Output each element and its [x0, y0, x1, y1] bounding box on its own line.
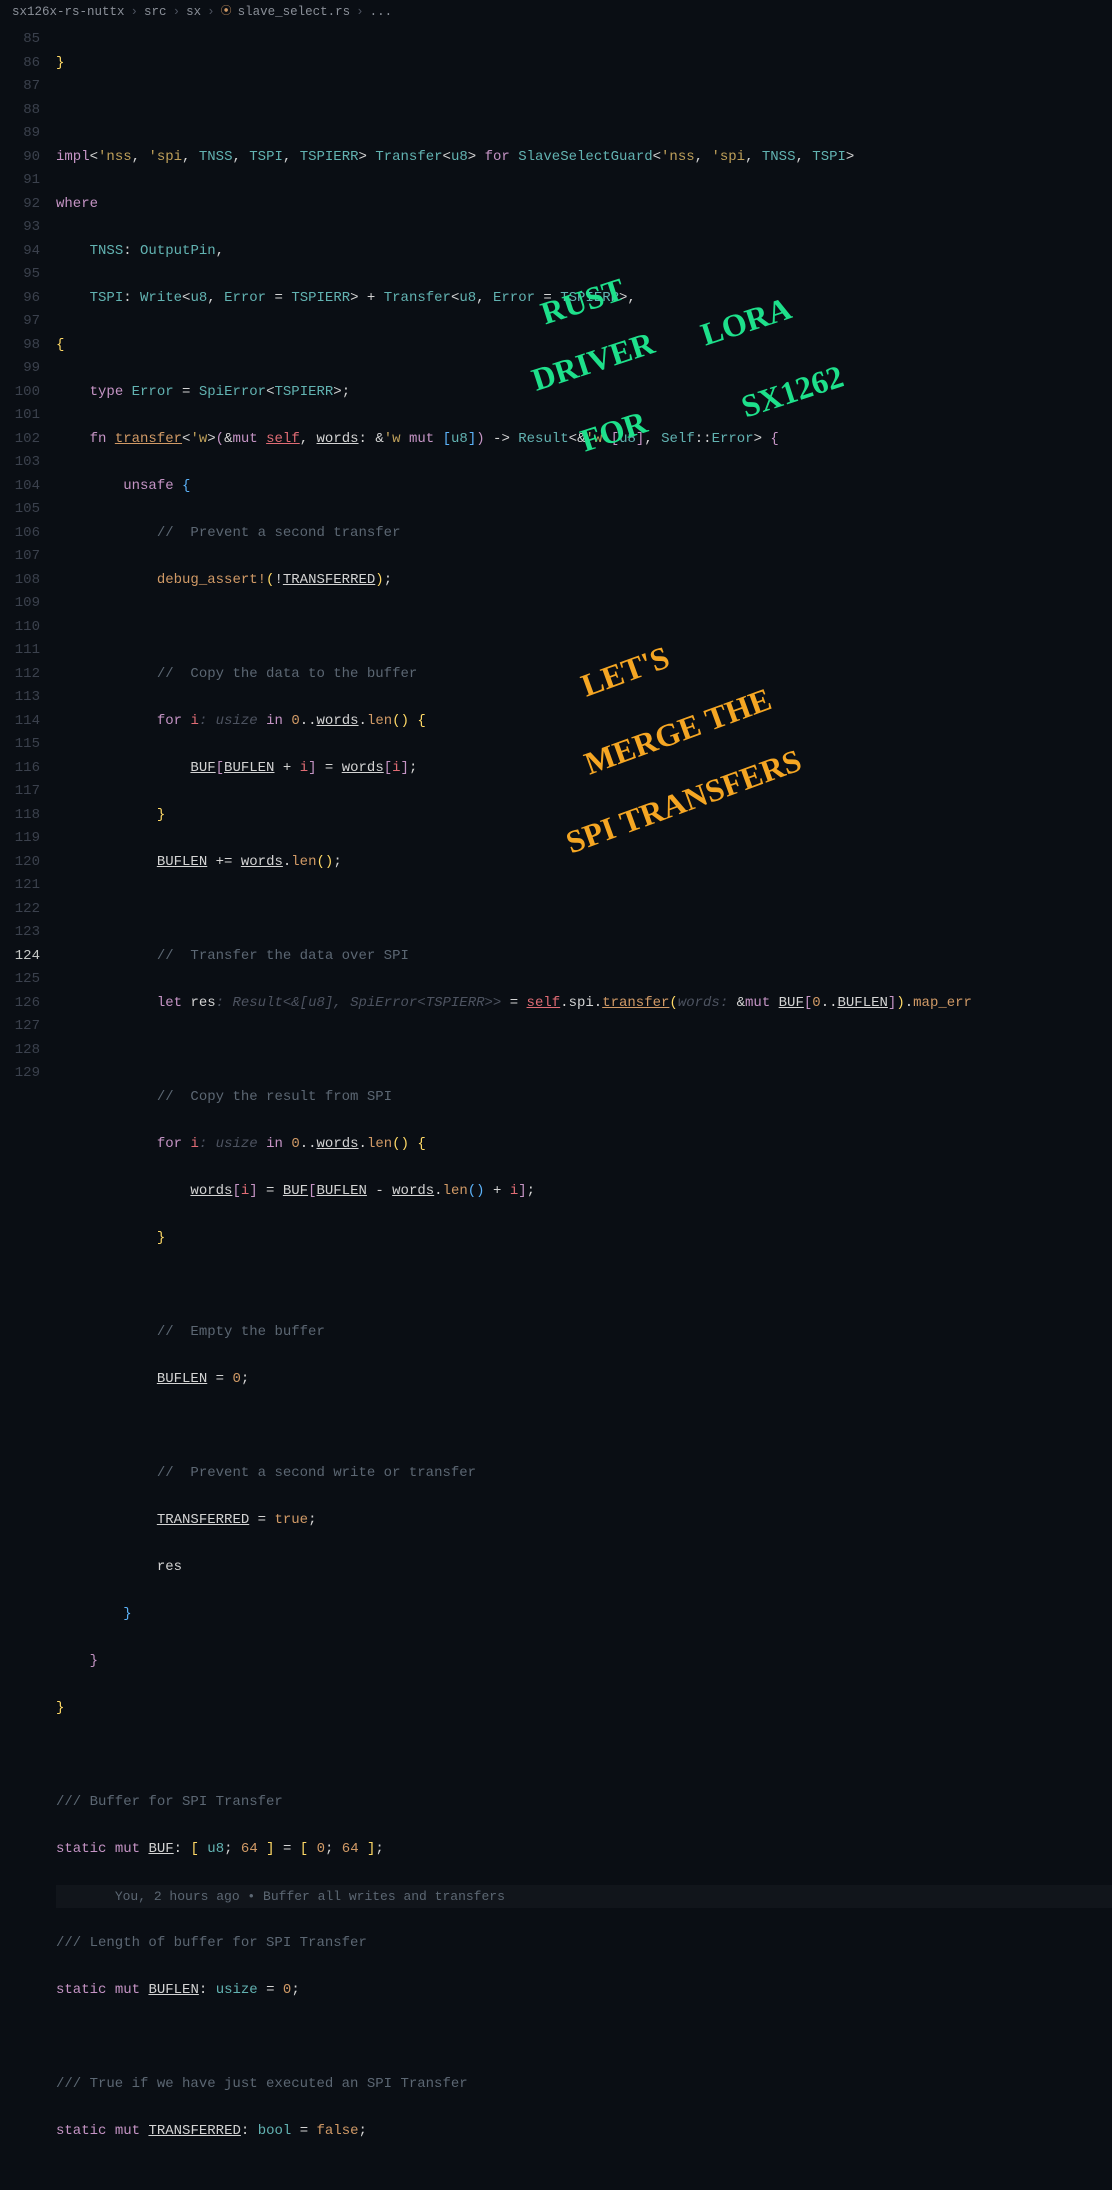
- chevron-right-icon: ›: [173, 1, 181, 25]
- breadcrumb-part[interactable]: sx126x-rs-nuttx: [12, 1, 125, 25]
- breadcrumb-part[interactable]: sx: [186, 1, 201, 25]
- comment: // Empty the buffer: [157, 1324, 325, 1340]
- breadcrumb-symbol[interactable]: ...: [370, 1, 393, 25]
- code-area[interactable]: } impl<'nss, 'spi, TNSS, TSPI, TSPIERR> …: [56, 28, 1112, 2190]
- comment: // Prevent a second transfer: [157, 525, 401, 541]
- chevron-right-icon: ›: [131, 1, 139, 25]
- code-text: }: [56, 55, 64, 71]
- line-number-gutter: 8586878889909192939495969798991001011021…: [0, 28, 56, 2190]
- keyword: impl: [56, 149, 90, 165]
- doc-comment: /// True if we have just executed an SPI…: [56, 2076, 468, 2092]
- comment: // Transfer the data over SPI: [157, 948, 409, 964]
- breadcrumb[interactable]: sx126x-rs-nuttx › src › sx › ⦿ slave_sel…: [0, 0, 1112, 26]
- doc-comment: /// Length of buffer for SPI Transfer: [56, 1935, 367, 1951]
- git-blame-annotation: You, 2 hours ago • Buffer all writes and…: [115, 1889, 505, 1904]
- comment: // Copy the data to the buffer: [157, 666, 417, 682]
- comment: // Copy the result from SPI: [157, 1089, 392, 1105]
- breadcrumb-file[interactable]: slave_select.rs: [238, 1, 351, 25]
- rust-file-icon: ⦿: [221, 1, 232, 25]
- chevron-right-icon: ›: [207, 1, 215, 25]
- code-editor[interactable]: 8586878889909192939495969798991001011021…: [0, 28, 1112, 2190]
- breadcrumb-part[interactable]: src: [144, 1, 167, 25]
- doc-comment: /// Buffer for SPI Transfer: [56, 1794, 283, 1810]
- comment: // Prevent a second write or transfer: [157, 1465, 476, 1481]
- chevron-right-icon: ›: [356, 1, 364, 25]
